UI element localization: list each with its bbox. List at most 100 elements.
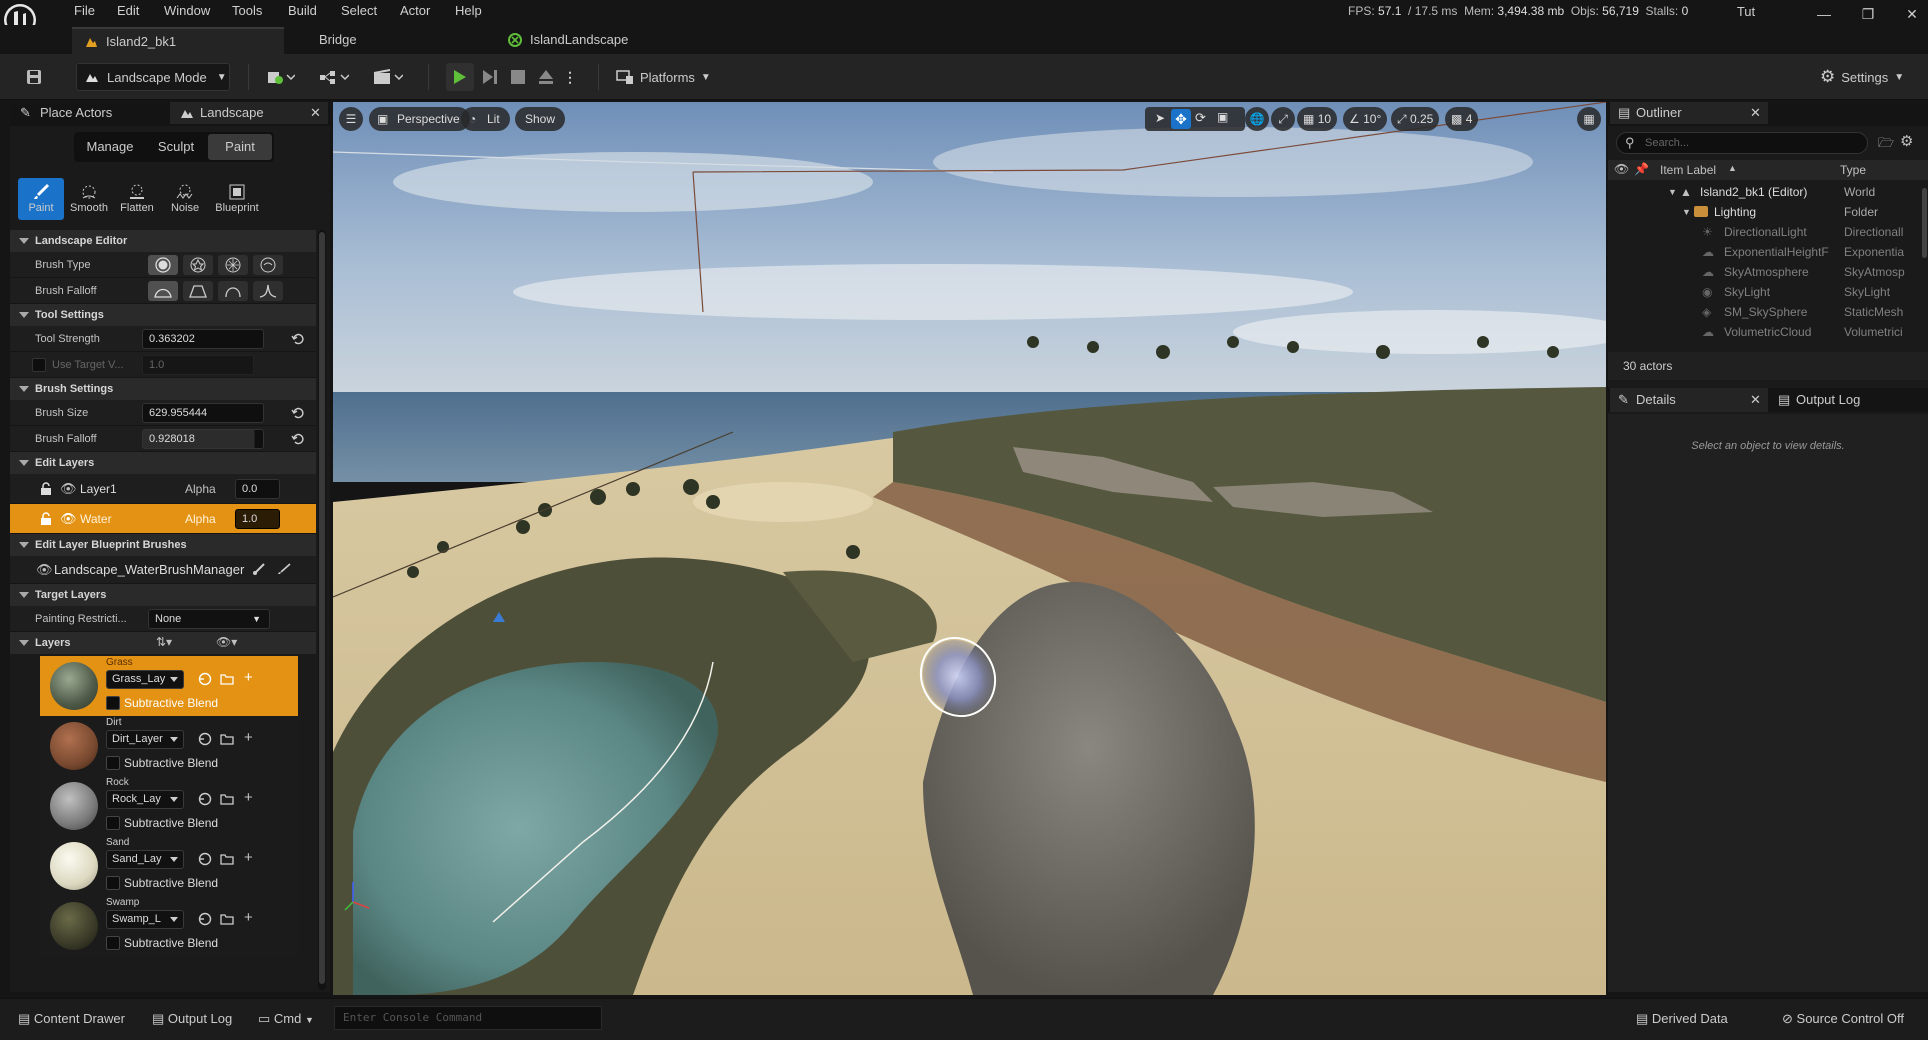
move-icon[interactable]: ✥	[1171, 109, 1191, 129]
menu-tools[interactable]: Tools	[232, 3, 262, 18]
world-local-icon[interactable]: 🌐	[1245, 107, 1269, 131]
outliner-row-directionallight[interactable]: ☀ DirectionalLight Directionall	[1608, 222, 1928, 242]
add-actor-button[interactable]	[262, 63, 300, 91]
layer-asset-combo[interactable]: Rock_Lay	[106, 790, 184, 809]
content-drawer-button[interactable]: ▤ Content Drawer	[18, 1008, 125, 1030]
outliner-row-skysphere[interactable]: ◈ SM_SkySphere StaticMesh	[1608, 302, 1928, 322]
viewport-menu-icon[interactable]: ☰	[339, 107, 363, 131]
visibility-options-icon[interactable]: 👁▾	[216, 635, 237, 649]
console-input[interactable]: Enter Console Command	[334, 1006, 602, 1030]
brush-pattern-icon[interactable]	[218, 255, 248, 275]
subtractive-blend-checkbox[interactable]	[106, 876, 120, 890]
edit-layers-section[interactable]: Edit Layers	[10, 452, 316, 474]
layer-asset-combo[interactable]: Sand_Lay	[106, 850, 184, 869]
scale-icon[interactable]: ▣	[1217, 110, 1228, 124]
manage-mode-button[interactable]: Manage	[76, 134, 144, 160]
pin-icon[interactable]: 📌	[1634, 162, 1649, 176]
brush-alpha-icon[interactable]	[183, 255, 213, 275]
add-layer-icon[interactable]: +	[244, 849, 258, 866]
maximize-icon[interactable]: ❐	[1846, 0, 1890, 28]
surface-snap-icon[interactable]: ⤢	[1271, 107, 1295, 131]
edit-layer-row-selected[interactable]: 👁 Water Alpha 1.0	[10, 504, 316, 534]
paint-tool-button[interactable]: Paint	[18, 178, 64, 220]
sort-layers-icon[interactable]: ⇅▾	[156, 635, 172, 649]
level-viewport[interactable]: ☰ ▣ Perspective ◔ Lit Show ➤ ✥ ⟳ ▣ 🌐 ⤢ ▦…	[333, 102, 1606, 995]
menu-help[interactable]: Help	[455, 3, 482, 18]
brush-falloff-slider[interactable]: 0.928018	[142, 429, 264, 449]
tool-strength-input[interactable]: 0.363202	[142, 329, 264, 349]
sculpt-mode-button[interactable]: Sculpt	[146, 134, 206, 160]
tab-islandlandscape[interactable]: IslandLandscape	[496, 27, 696, 54]
brush-component-icon[interactable]	[253, 255, 283, 275]
save-icon[interactable]	[20, 63, 48, 91]
platforms-button[interactable]: Platforms ▼	[612, 63, 716, 91]
lit-button[interactable]: ◔ Lit	[461, 107, 510, 131]
blueprint-tool-button[interactable]: Blueprint	[210, 178, 264, 220]
paint-layer-sand[interactable]: Sand Sand_Lay + Subtractive Blend	[40, 836, 298, 896]
use-asset-icon[interactable]	[198, 852, 212, 866]
falloff-smooth-icon[interactable]	[148, 281, 178, 301]
alpha-input[interactable]: 1.0	[235, 509, 280, 529]
layer-asset-combo[interactable]: Swamp_L	[106, 910, 184, 929]
menu-edit[interactable]: Edit	[117, 3, 139, 18]
source-control-button[interactable]: ⊘ Source Control Off	[1782, 1008, 1904, 1030]
add-folder-icon[interactable]: 🗁	[1878, 134, 1894, 156]
menu-select[interactable]: Select	[341, 3, 377, 18]
blueprint-brushes-section[interactable]: Edit Layer Blueprint Brushes	[10, 534, 316, 556]
subtractive-blend-checkbox[interactable]	[106, 696, 120, 710]
tab-details[interactable]: ✎ Details ✕	[1610, 388, 1768, 412]
paint-layer-rock[interactable]: Rock Rock_Lay + Subtractive Blend	[40, 776, 298, 836]
menu-file[interactable]: File	[74, 3, 95, 18]
outliner-row-skyatmosphere[interactable]: ☁ SkyAtmosphere SkyAtmosp	[1608, 262, 1928, 282]
menu-actor[interactable]: Actor	[400, 3, 430, 18]
reset-arrow-icon[interactable]	[291, 332, 305, 346]
browse-folder-icon[interactable]	[220, 732, 234, 746]
outliner-row-skylight[interactable]: ◉ SkyLight SkyLight	[1608, 282, 1928, 302]
scale-snap-button[interactable]: ⤢ 0.25	[1391, 107, 1440, 131]
collapse-arrow-icon[interactable]: ▼	[1682, 202, 1691, 222]
falloff-spherical-icon[interactable]	[218, 281, 248, 301]
use-target-input[interactable]: 1.0	[142, 355, 254, 375]
eye-icon[interactable]: 👁	[36, 562, 53, 578]
reset-arrow-icon[interactable]	[291, 406, 305, 420]
blueprint-menu-button[interactable]	[314, 63, 354, 91]
use-asset-icon[interactable]	[198, 732, 212, 746]
outliner-search[interactable]: ⚲ Search...	[1616, 132, 1868, 154]
eject-icon[interactable]	[532, 63, 560, 91]
collapse-arrow-icon[interactable]: ▼	[1668, 182, 1677, 202]
close-icon[interactable]: ✕	[1750, 102, 1761, 124]
tab-landscape[interactable]: Landscape ✕	[170, 102, 328, 124]
derived-data-button[interactable]: ▤ Derived Data	[1636, 1008, 1728, 1030]
eye-icon[interactable]: 👁	[60, 481, 77, 497]
falloff-linear-icon[interactable]	[183, 281, 213, 301]
use-asset-icon[interactable]	[198, 672, 212, 686]
outliner-row-lighting[interactable]: ▼ Lighting Folder	[1608, 202, 1928, 222]
edit-brush-icon[interactable]	[252, 562, 266, 576]
play-options-icon[interactable]: ⋮	[560, 63, 580, 91]
show-button[interactable]: Show	[515, 107, 566, 131]
add-layer-icon[interactable]: +	[244, 909, 258, 926]
browse-folder-icon[interactable]	[220, 912, 234, 926]
menu-window[interactable]: Window	[164, 3, 210, 18]
select-cursor-icon[interactable]: ➤	[1151, 111, 1169, 129]
brush-circle-icon[interactable]	[148, 255, 178, 275]
browse-folder-icon[interactable]	[220, 672, 234, 686]
camera-speed-button[interactable]: ▩ 4	[1445, 107, 1479, 131]
browse-folder-icon[interactable]	[220, 852, 234, 866]
type-header[interactable]: Type	[1840, 163, 1866, 177]
brush-paint-icon[interactable]	[276, 562, 292, 576]
browse-folder-icon[interactable]	[220, 792, 234, 806]
layer-asset-combo[interactable]: Dirt_Layer	[106, 730, 184, 749]
subtractive-blend-checkbox[interactable]	[106, 816, 120, 830]
lock-icon[interactable]	[40, 482, 52, 495]
add-layer-icon[interactable]: +	[244, 729, 258, 746]
brush-size-input[interactable]: 629.955444	[142, 403, 264, 423]
paint-layer-swamp[interactable]: Swamp Swamp_L + Subtractive Blend	[40, 896, 298, 956]
reset-arrow-icon[interactable]	[291, 432, 305, 446]
paint-layer-dirt[interactable]: Dirt Dirt_Layer + Subtractive Blend	[40, 716, 298, 776]
landscape-editor-section[interactable]: Landscape Editor	[10, 230, 316, 252]
settings-button[interactable]: ⚙ Settings ▼	[1816, 63, 1912, 91]
tab-bridge[interactable]: Bridge	[285, 27, 485, 54]
lock-icon[interactable]	[40, 512, 52, 525]
eye-icon[interactable]: 👁	[1614, 162, 1629, 176]
